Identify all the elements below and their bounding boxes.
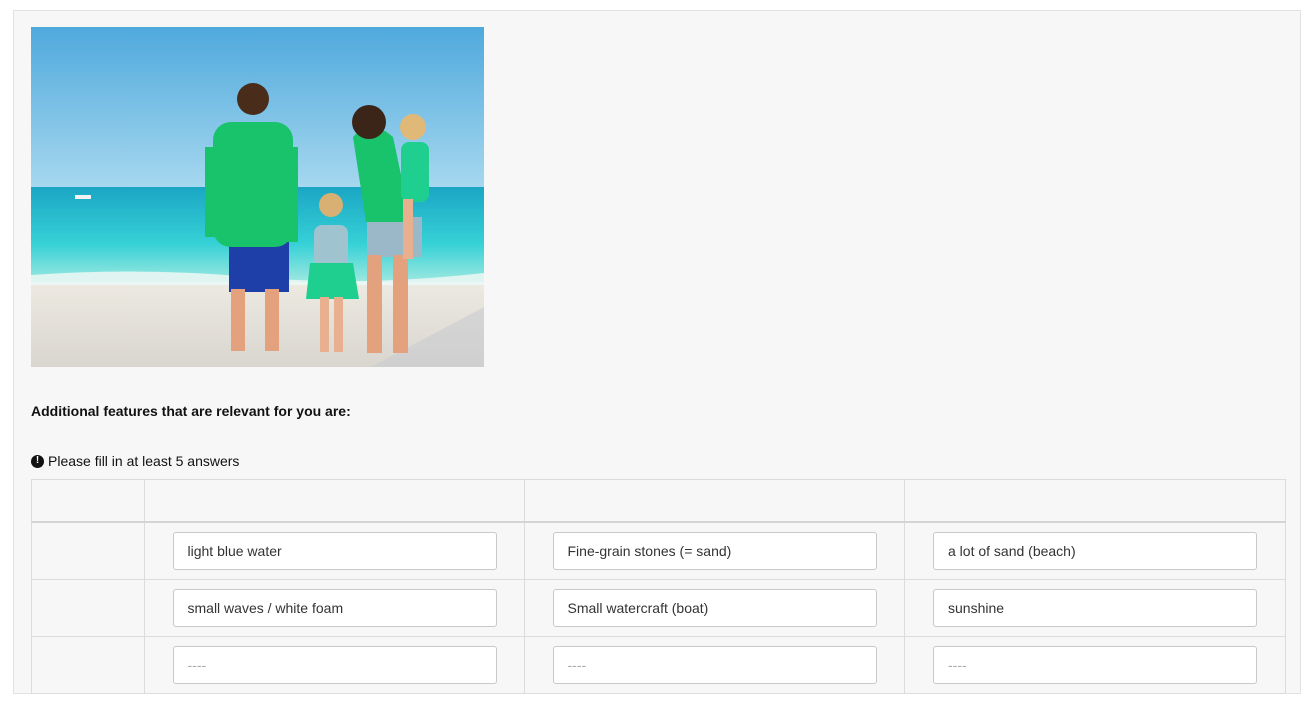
grid-header-row	[31, 479, 1286, 523]
answer-grid	[31, 479, 1286, 694]
validation-notice-text: Please fill in at least 5 answers	[48, 453, 240, 469]
exclamation-icon: !	[31, 454, 44, 468]
grid-row-label-cell	[31, 579, 145, 637]
answer-input[interactable]	[552, 532, 877, 570]
grid-header-cell	[904, 479, 1286, 523]
grid-row-label-cell	[31, 521, 145, 580]
answer-input[interactable]	[172, 532, 497, 570]
answer-input[interactable]	[552, 589, 877, 627]
grid-header-cell	[31, 479, 145, 523]
grid-row	[31, 636, 1286, 694]
grid-header-cell	[144, 479, 525, 523]
answer-input[interactable]	[933, 532, 1257, 570]
beach-family-photo	[31, 27, 484, 367]
answer-input[interactable]	[552, 646, 877, 684]
grid-header-cell	[524, 479, 905, 523]
validation-notice: ! Please fill in at least 5 answers	[31, 453, 239, 469]
answer-input[interactable]	[933, 646, 1257, 684]
answer-input[interactable]	[172, 646, 497, 684]
question-panel: Additional features that are relevant fo…	[13, 10, 1301, 694]
grid-row	[31, 521, 1286, 580]
question-label: Additional features that are relevant fo…	[31, 403, 351, 419]
grid-row	[31, 579, 1286, 637]
grid-row-label-cell	[31, 636, 145, 694]
answer-input[interactable]	[933, 589, 1257, 627]
answer-input[interactable]	[172, 589, 497, 627]
